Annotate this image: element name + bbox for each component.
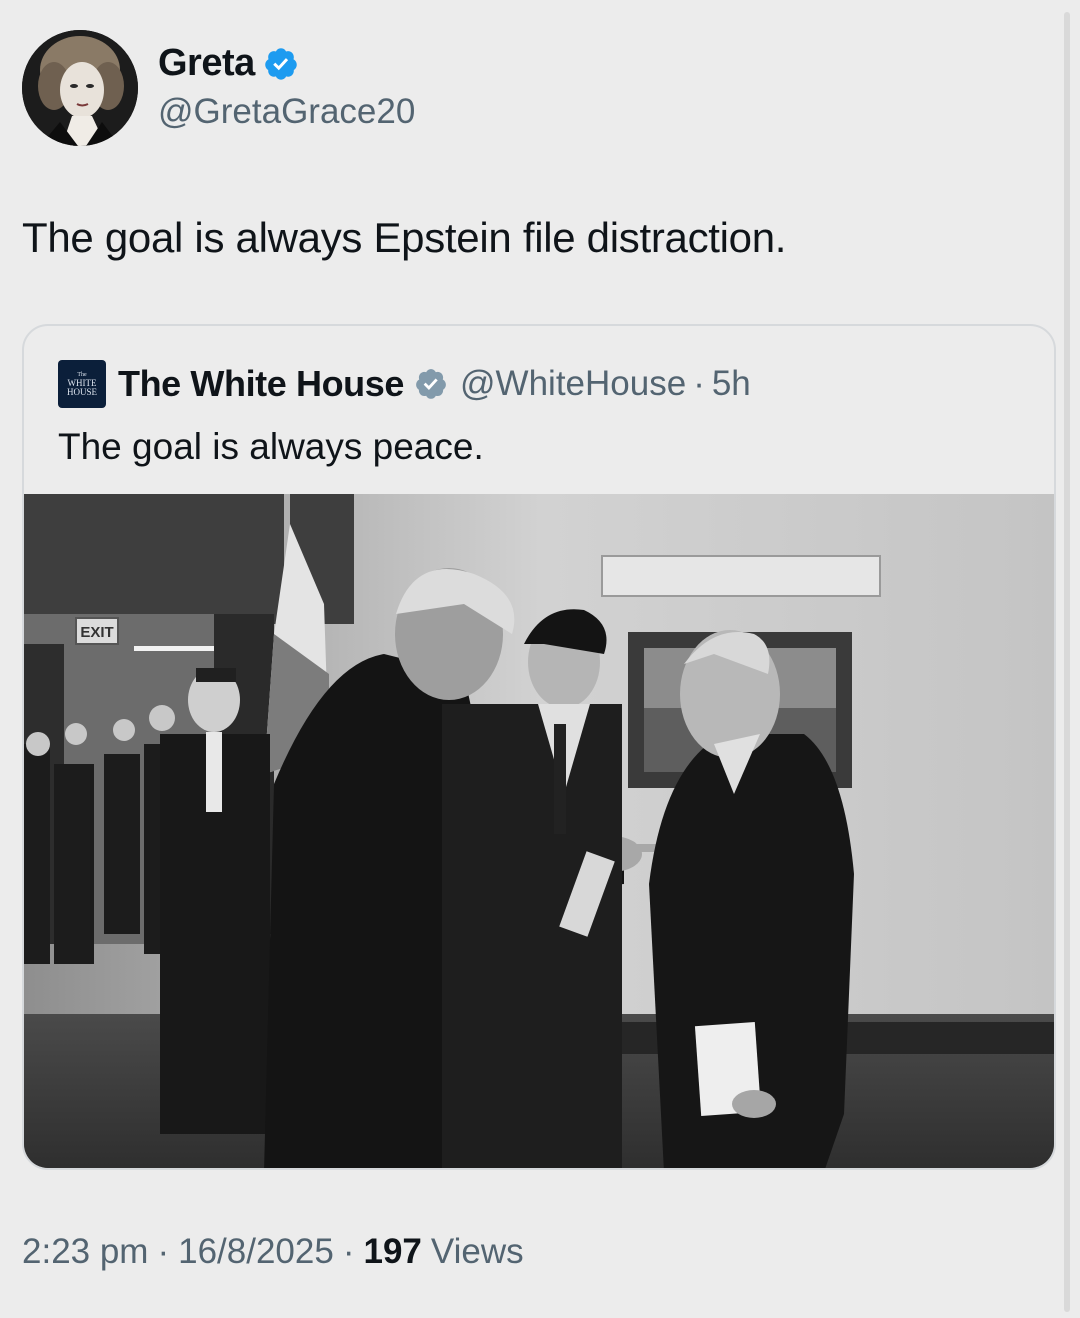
government-verified-badge-icon[interactable] bbox=[414, 367, 448, 401]
tweet-time[interactable]: 2:23 pm bbox=[22, 1232, 148, 1272]
meta-separator: · bbox=[157, 1232, 170, 1271]
views-label[interactable]: Views bbox=[431, 1232, 524, 1272]
tweet-meta-footer: 2:23 pm · 16/8/2025 · 197 Views bbox=[22, 1232, 524, 1272]
avatar-portrait-image bbox=[22, 30, 138, 146]
verified-badge-icon[interactable] bbox=[263, 46, 299, 82]
meta-separator: · bbox=[342, 1232, 355, 1271]
logo-text-line: HOUSE bbox=[66, 386, 97, 397]
tweet-text: The goal is always Epstein file distract… bbox=[22, 214, 787, 261]
quoted-tweet-text: The goal is always peace. bbox=[58, 426, 484, 467]
white-house-logo-avatar[interactable]: The WHITE HOUSE bbox=[58, 360, 106, 408]
quoted-author-name[interactable]: The White House bbox=[118, 363, 404, 405]
quoted-tweet-card[interactable]: The WHITE HOUSE The White House @WhiteHo… bbox=[22, 324, 1056, 1170]
quoted-tweet-photo[interactable]: EXIT bbox=[24, 494, 1054, 1168]
meta-separator: · bbox=[693, 364, 705, 403]
author-avatar[interactable] bbox=[22, 30, 138, 146]
views-count[interactable]: 197 bbox=[364, 1232, 422, 1272]
author-handle[interactable]: @GretaGrace20 bbox=[158, 92, 415, 132]
page-scrollbar[interactable] bbox=[1064, 12, 1070, 1312]
tweet-date[interactable]: 16/8/2025 bbox=[178, 1232, 334, 1272]
exit-sign-text: EXIT bbox=[80, 624, 113, 641]
quoted-author-handle[interactable]: @WhiteHouse bbox=[460, 364, 686, 404]
author-name[interactable]: Greta bbox=[158, 42, 255, 85]
black-and-white-photo-image: EXIT bbox=[24, 494, 1054, 1168]
quoted-tweet-header: The WHITE HOUSE The White House @WhiteHo… bbox=[58, 358, 751, 410]
quoted-tweet-age[interactable]: 5h bbox=[712, 364, 751, 404]
